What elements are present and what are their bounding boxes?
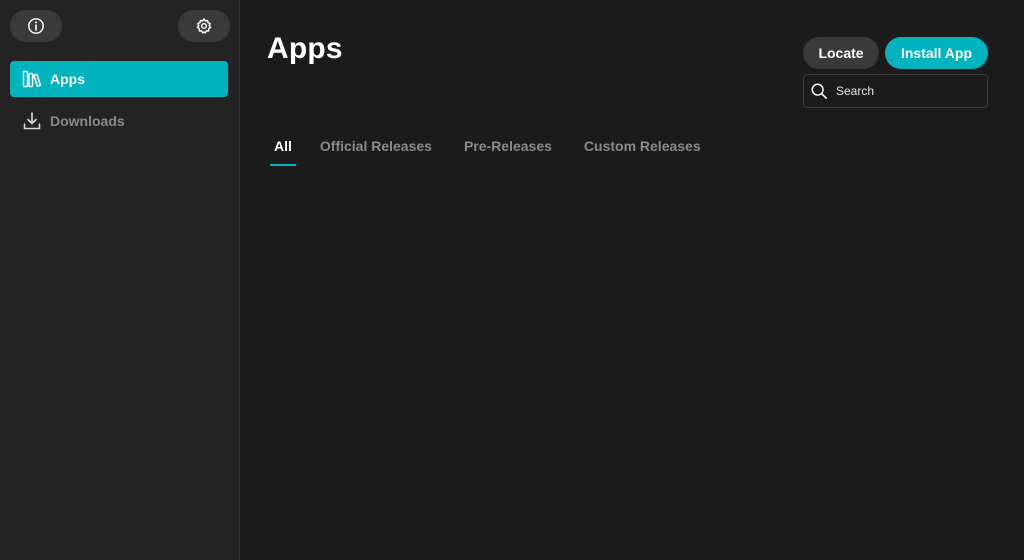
tab-custom-releases[interactable]: Custom Releases xyxy=(584,138,701,168)
sidebar: Apps Downloads xyxy=(0,0,240,560)
search-box xyxy=(803,74,988,108)
sidebar-item-label: Downloads xyxy=(50,113,125,129)
locate-button[interactable]: Locate xyxy=(803,37,879,69)
info-button[interactable] xyxy=(10,10,62,42)
page-title: Apps xyxy=(267,32,343,65)
tab-official-releases[interactable]: Official Releases xyxy=(320,138,432,168)
search-icon xyxy=(811,83,828,100)
sidebar-item-apps[interactable]: Apps xyxy=(10,61,228,97)
tab-pre-releases[interactable]: Pre-Releases xyxy=(464,138,552,168)
info-icon xyxy=(28,18,44,34)
release-tabs: All Official Releases Pre-Releases Custo… xyxy=(270,138,733,168)
sidebar-item-label: Apps xyxy=(50,71,85,87)
settings-button[interactable] xyxy=(178,10,230,42)
sidebar-item-downloads[interactable]: Downloads xyxy=(10,103,228,139)
search-input[interactable] xyxy=(836,84,976,98)
install-app-button[interactable]: Install App xyxy=(885,37,988,69)
gear-icon xyxy=(196,18,212,34)
download-icon xyxy=(22,111,42,131)
library-icon xyxy=(22,69,42,89)
tab-all[interactable]: All xyxy=(270,138,296,168)
